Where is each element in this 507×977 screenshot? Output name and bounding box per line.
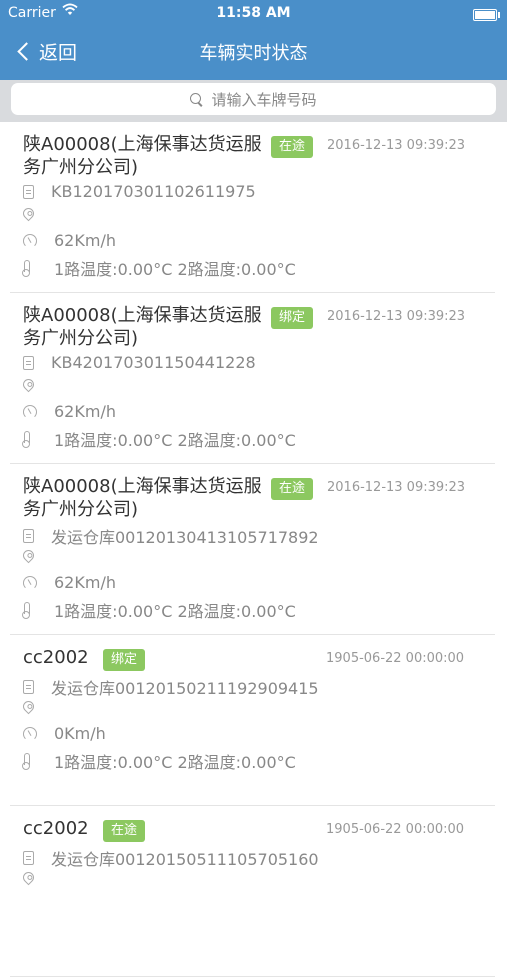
location-row — [20, 376, 51, 393]
thermometer-icon — [22, 602, 31, 619]
timestamp: 2016-12-13 09:39:23 — [327, 138, 466, 153]
speed-row: 62Km/h — [23, 402, 116, 421]
order-row: 发运仓库00120150211192909415 — [23, 675, 319, 699]
timestamp: 2016-12-13 09:39:23 — [327, 309, 466, 324]
document-icon — [23, 680, 34, 694]
thermometer-icon — [22, 753, 31, 770]
timestamp: 1905-06-22 00:00:00 — [326, 651, 465, 666]
speedometer-icon — [23, 233, 37, 248]
location-pin-icon — [20, 376, 37, 393]
timestamp: 2016-12-13 09:39:23 — [327, 480, 466, 495]
location-row — [20, 869, 51, 886]
speed-row: 62Km/h — [23, 231, 116, 250]
temperature-value: 1路温度:0.00°C 2路温度:0.00°C — [54, 602, 296, 621]
battery-icon — [473, 9, 500, 21]
speed-row: 0Km/h — [23, 724, 106, 743]
location-row — [20, 547, 51, 564]
battery-fill — [475, 11, 495, 19]
temperature-row: 1路温度:0.00°C 2路温度:0.00°C — [22, 427, 296, 451]
vehicle-title: 陕A00008(上海保事达货运服务广州分公司) — [23, 134, 262, 178]
temperature-value: 1路温度:0.00°C 2路温度:0.00°C — [54, 753, 296, 772]
order-number: KB120170301102611975 — [51, 182, 256, 201]
location-row — [20, 698, 51, 715]
timestamp: 1905-06-22 00:00:00 — [326, 822, 465, 837]
order-row: 发运仓库00120130413105717892 — [23, 524, 319, 548]
location-pin-icon — [20, 547, 37, 564]
vehicle-card[interactable]: 陕A00008(上海保事达货运服务广州分公司) 在途 2016-12-13 09… — [10, 122, 495, 293]
speed-row: 62Km/h — [23, 573, 116, 592]
document-icon — [23, 184, 34, 199]
vehicle-list: 陕A00008(上海保事达货运服务广州分公司) 在途 2016-12-13 09… — [0, 122, 507, 977]
thermometer-icon — [22, 260, 31, 277]
status-badge: 在途 — [271, 136, 314, 158]
speed-value: 0Km/h — [54, 724, 106, 743]
location-pin-icon — [20, 698, 37, 715]
search-placeholder: 请输入车牌号码 — [211, 90, 317, 109]
document-icon — [23, 851, 34, 865]
search-bar: 请输入车牌号码 — [0, 80, 507, 122]
status-time: 11:58 AM — [216, 5, 291, 21]
temperature-value: 1路温度:0.00°C 2路温度:0.00°C — [54, 431, 296, 450]
order-number: KB420170301150441228 — [51, 353, 256, 372]
document-icon — [23, 355, 34, 370]
status-badge: 在途 — [103, 820, 146, 842]
order-row: KB420170301150441228 — [23, 353, 256, 372]
order-number: 发运仓库00120150511105705160 — [51, 850, 319, 869]
speed-value: 62Km/h — [54, 573, 116, 592]
speedometer-icon — [23, 575, 37, 590]
vehicle-card[interactable]: cc2002 在途 1905-06-22 00:00:00 发运仓库001201… — [10, 806, 495, 977]
location-row — [20, 205, 51, 222]
location-pin-icon — [20, 205, 37, 222]
vehicle-title: 陕A00008(上海保事达货运服务广州分公司) — [23, 305, 262, 349]
status-badge: 在途 — [271, 478, 314, 500]
search-icon — [190, 92, 204, 107]
temperature-row: 1路温度:0.00°C 2路温度:0.00°C — [22, 598, 296, 622]
vehicle-card[interactable]: 陕A00008(上海保事达货运服务广州分公司) 绑定 2016-12-13 09… — [10, 293, 495, 464]
status-bar: Carrier 11:58 AM — [0, 3, 507, 25]
temperature-row: 1路温度:0.00°C 2路温度:0.00°C — [22, 749, 296, 773]
thermometer-icon — [22, 431, 31, 448]
vehicle-card[interactable]: cc2002 绑定 1905-06-22 00:00:00 发运仓库001201… — [10, 635, 495, 806]
status-badge: 绑定 — [103, 649, 146, 671]
order-number: 发运仓库00120130413105717892 — [51, 528, 319, 547]
temperature-row: 1路温度:0.00°C 2路温度:0.00°C — [22, 256, 296, 280]
status-badge: 绑定 — [271, 307, 314, 329]
location-pin-icon — [20, 869, 37, 886]
page-title: 车辆实时状态 — [199, 43, 308, 64]
search-input[interactable]: 请输入车牌号码 — [11, 83, 496, 115]
nav-header: Carrier 11:58 AM 返回 车辆实时状态 — [0, 0, 507, 80]
speedometer-icon — [23, 404, 37, 419]
speed-value: 62Km/h — [54, 402, 116, 421]
vehicle-title: 陕A00008(上海保事达货运服务广州分公司) — [23, 476, 262, 520]
order-number: 发运仓库00120150211192909415 — [51, 679, 319, 698]
order-row: KB120170301102611975 — [23, 182, 256, 201]
document-icon — [23, 529, 34, 543]
speedometer-icon — [23, 726, 37, 741]
vehicle-card[interactable]: 陕A00008(上海保事达货运服务广州分公司) 在途 2016-12-13 09… — [10, 464, 495, 635]
speed-value: 62Km/h — [54, 231, 116, 250]
order-row: 发运仓库00120150511105705160 — [23, 846, 319, 870]
temperature-value: 1路温度:0.00°C 2路温度:0.00°C — [54, 260, 296, 279]
